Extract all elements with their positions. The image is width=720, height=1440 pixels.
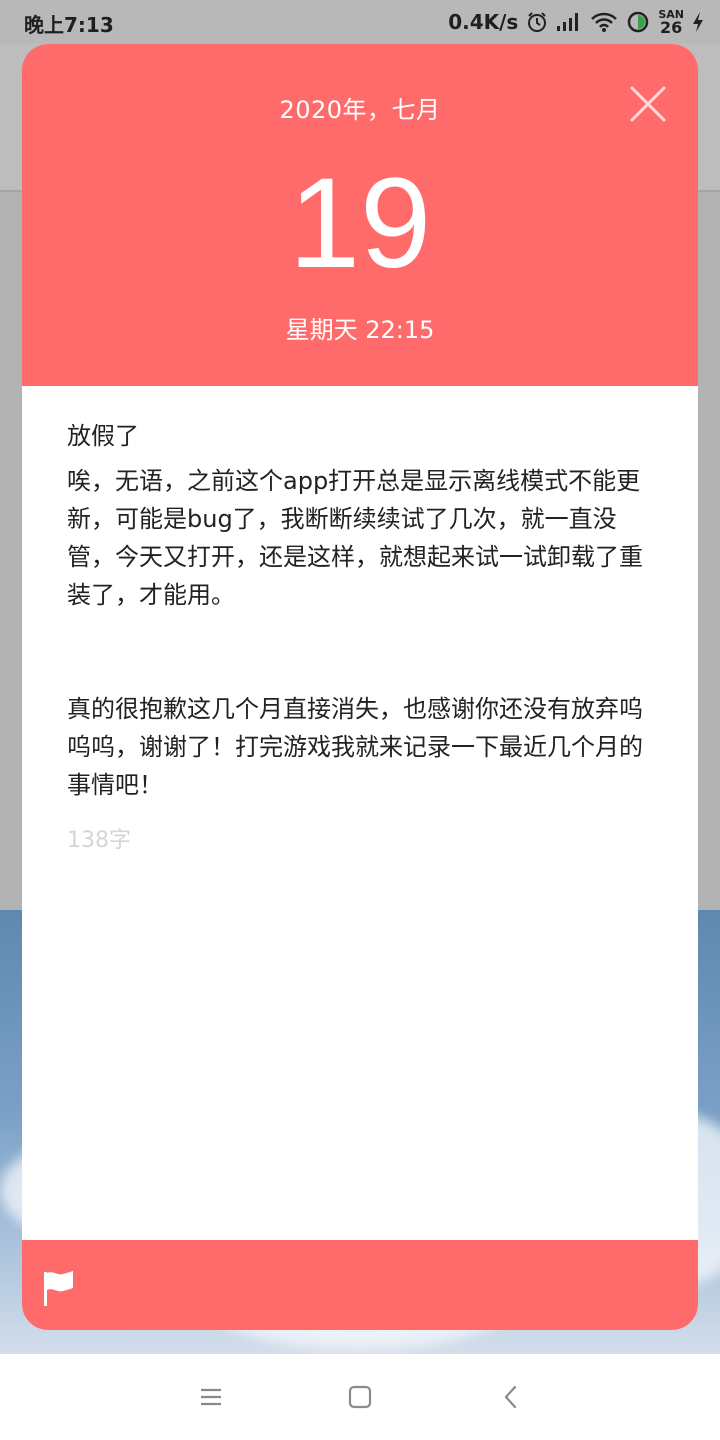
home-button[interactable] <box>345 1382 375 1412</box>
date-header: 2020年，七月 19 星期天 22:15 <box>22 44 698 386</box>
entry-text: 唉，无语，之前这个app打开总是显示离线模式不能更新，可能是bug了，我断断续续… <box>67 467 643 799</box>
menu-button[interactable] <box>196 1382 226 1412</box>
header-day: 19 <box>288 152 432 295</box>
signal-icon <box>556 12 582 32</box>
status-bar: 晚上7:13 0.4K/s SAN 26 <box>0 0 720 44</box>
alarm-icon <box>526 11 548 33</box>
back-button[interactable] <box>496 1382 526 1412</box>
dialog-footer <box>22 1240 698 1330</box>
menu-icon <box>201 1388 221 1406</box>
battery-value: 26 <box>660 17 683 37</box>
charging-icon <box>692 11 704 33</box>
flag-icon <box>44 1271 73 1306</box>
header-month: 2020年，七月 <box>279 96 441 124</box>
entry-title: 放假了 <box>67 422 139 450</box>
navigation-bar <box>0 1354 720 1440</box>
entry-body: 放假了 唉，无语，之前这个app打开总是显示离线模式不能更新，可能是bug了，我… <box>22 386 698 1240</box>
diary-entry-dialog: 2020年，七月 19 星期天 22:15 放假了 唉，无语，之前这个app打开… <box>22 44 698 1330</box>
battery-icon <box>626 10 650 34</box>
status-time: 晚上7:13 <box>24 13 114 37</box>
back-icon <box>504 1385 517 1409</box>
word-count: 138字 <box>67 828 131 853</box>
wifi-icon <box>590 11 618 33</box>
close-button[interactable] <box>628 84 668 124</box>
status-icons: 0.4K/s SAN 26 <box>448 8 704 36</box>
flag-button[interactable] <box>42 1270 76 1306</box>
header-weekday-time: 星期天 22:15 <box>285 316 435 344</box>
battery-level: SAN 26 <box>658 9 684 36</box>
close-icon <box>630 86 666 122</box>
home-icon <box>348 1385 372 1409</box>
network-speed: 0.4K/s <box>448 10 519 34</box>
